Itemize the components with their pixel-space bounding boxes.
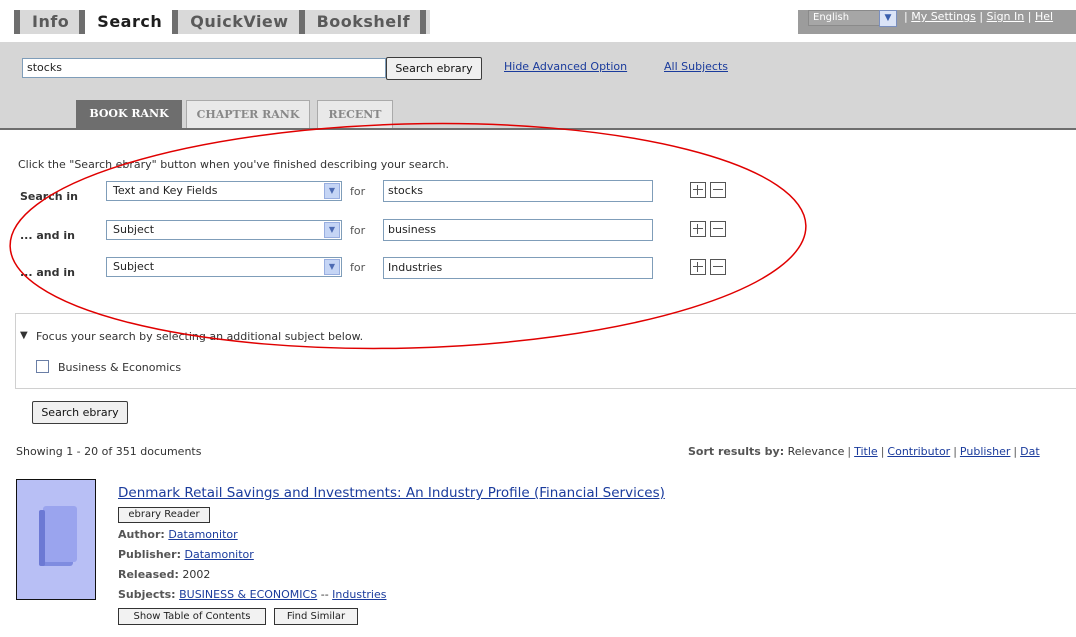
show-toc-button[interactable]: Show Table of Contents <box>118 608 266 625</box>
sort-relevance: Relevance <box>787 445 845 458</box>
field-select-value: Text and Key Fields <box>113 184 218 197</box>
nav-tab-quickview[interactable]: QuickView <box>172 10 299 34</box>
author-link[interactable]: Datamonitor <box>168 528 237 541</box>
sort-publisher-link[interactable]: Publisher <box>960 445 1011 458</box>
nav-tab-search[interactable]: Search <box>79 10 173 34</box>
search-input[interactable]: stocks <box>22 58 386 78</box>
add-row-icon[interactable] <box>690 221 706 237</box>
field-select-value: Subject <box>113 260 155 273</box>
row-label-1: Search in <box>20 190 79 203</box>
subject-link-business[interactable]: BUSINESS & ECONOMICS <box>179 588 317 601</box>
result-publisher: Publisher: Datamonitor <box>118 548 254 561</box>
search-ebrary-button[interactable]: Search ebrary <box>386 57 482 80</box>
sort-options: Sort results by: Relevance | Title | Contrib… <box>688 445 1040 458</box>
focus-subject-panel <box>15 313 1076 389</box>
tab-book-rank[interactable]: BOOK RANK <box>76 100 182 128</box>
top-navigation: Info Search QuickView Bookshelf English … <box>0 0 1076 42</box>
row-label-3: ... and in <box>20 266 75 279</box>
collapse-triangle-icon[interactable]: ▼ <box>20 330 28 341</box>
for-label: for <box>350 224 366 237</box>
add-row-icon[interactable] <box>690 182 706 198</box>
sort-contributor-link[interactable]: Contributor <box>887 445 950 458</box>
book-cover-icon[interactable] <box>16 479 96 600</box>
hide-advanced-option-link[interactable]: Hide Advanced Option <box>504 60 627 73</box>
publisher-link[interactable]: Datamonitor <box>184 548 253 561</box>
utility-links: | My Settings | Sign In | Hel <box>904 10 1054 23</box>
nav-tab-spacer <box>420 10 431 34</box>
sort-label: Sort results by: <box>688 445 785 458</box>
ebrary-reader-button[interactable]: ebrary Reader <box>118 507 210 523</box>
add-row-icon[interactable] <box>690 259 706 275</box>
subject-checkbox[interactable] <box>36 360 49 373</box>
sort-date-link[interactable]: Dat <box>1020 445 1040 458</box>
search-ebrary-bottom-button[interactable]: Search ebrary <box>32 401 128 424</box>
remove-row-icon[interactable] <box>710 221 726 237</box>
for-label: for <box>350 261 366 274</box>
chevron-down-icon[interactable]: ▼ <box>324 259 340 275</box>
sign-in-link[interactable]: Sign In <box>987 10 1025 23</box>
advanced-search-hint: Click the "Search ebrary" button when yo… <box>18 158 449 171</box>
remove-row-icon[interactable] <box>710 182 726 198</box>
tab-chapter-rank[interactable]: CHAPTER RANK <box>186 100 310 128</box>
tab-recent[interactable]: RECENT <box>317 100 393 128</box>
nav-tab-info[interactable]: Info <box>14 10 80 34</box>
row-controls-3 <box>690 259 726 275</box>
chevron-down-icon[interactable]: ▼ <box>324 183 340 199</box>
row-controls-1 <box>690 182 726 198</box>
row-controls-2 <box>690 221 726 237</box>
find-similar-button[interactable]: Find Similar <box>274 608 358 625</box>
subject-checkbox-label[interactable]: Business & Economics <box>58 361 181 374</box>
row-label-2: ... and in <box>20 229 75 242</box>
language-dropdown-icon[interactable]: ▼ <box>879 10 897 27</box>
result-author: Author: Datamonitor <box>118 528 238 541</box>
help-link[interactable]: Hel <box>1035 10 1053 23</box>
term-input-2[interactable]: business <box>383 219 653 241</box>
my-settings-link[interactable]: My Settings <box>911 10 976 23</box>
field-select-3[interactable]: Subject ▼ <box>106 257 342 277</box>
term-input-1[interactable]: stocks <box>383 180 653 202</box>
result-title-link[interactable]: Denmark Retail Savings and Investments: … <box>118 485 665 501</box>
field-select-1[interactable]: Text and Key Fields ▼ <box>106 181 342 201</box>
language-select[interactable]: English <box>808 10 880 26</box>
nav-tab-bookshelf[interactable]: Bookshelf <box>298 10 421 34</box>
for-label: for <box>350 185 366 198</box>
sort-title-link[interactable]: Title <box>854 445 878 458</box>
subject-link-industries[interactable]: Industries <box>332 588 386 601</box>
remove-row-icon[interactable] <box>710 259 726 275</box>
result-subjects: Subjects: BUSINESS & ECONOMICS -- Indust… <box>118 588 387 601</box>
term-input-3[interactable]: Industries <box>383 257 653 279</box>
result-released: Released: 2002 <box>118 568 211 581</box>
tab-underline <box>0 128 1076 130</box>
nav-tab-strip: Info Search QuickView Bookshelf <box>14 10 431 34</box>
chevron-down-icon[interactable]: ▼ <box>324 222 340 238</box>
field-select-2[interactable]: Subject ▼ <box>106 220 342 240</box>
field-select-value: Subject <box>113 223 155 236</box>
all-subjects-link[interactable]: All Subjects <box>664 60 728 73</box>
focus-hint: Focus your search by selecting an additi… <box>36 330 364 343</box>
results-count: Showing 1 - 20 of 351 documents <box>16 445 202 458</box>
